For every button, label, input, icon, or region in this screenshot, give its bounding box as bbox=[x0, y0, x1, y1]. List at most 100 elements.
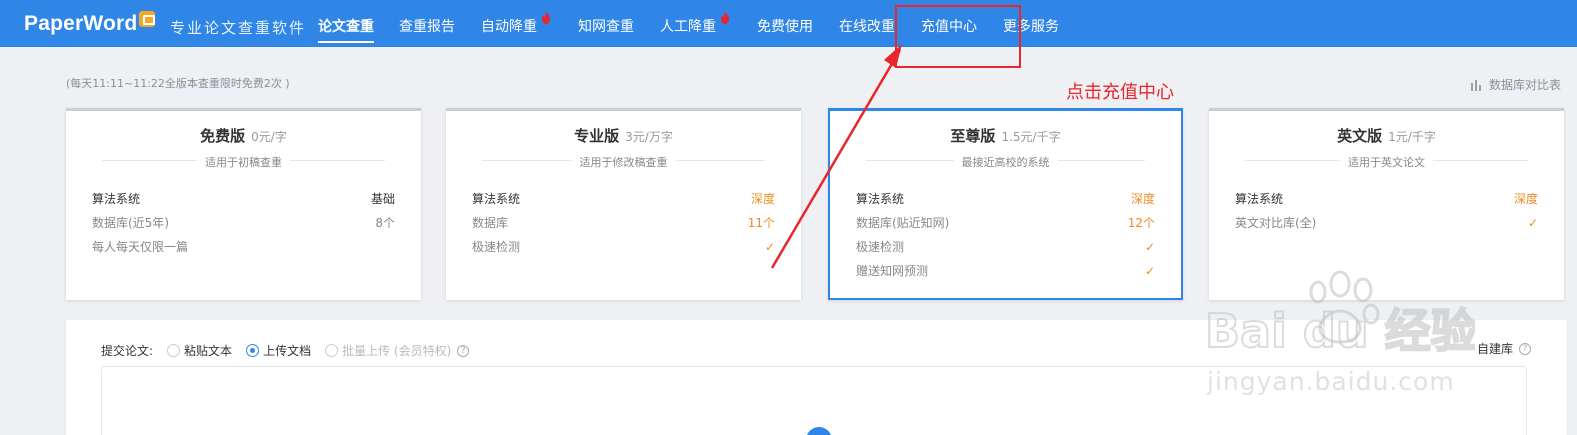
nav-item-label: 在线改重 bbox=[839, 19, 895, 35]
logo-text: PaperWord bbox=[24, 12, 138, 35]
plan-name: 英文版 bbox=[1337, 127, 1383, 145]
active-tab-underline bbox=[318, 41, 374, 43]
feature-value: 深度 bbox=[1513, 192, 1538, 206]
radio-label: 批量上传 (会员特权) bbox=[342, 344, 452, 358]
compare-link-label: 数据库对比表 bbox=[1488, 78, 1561, 92]
feature-value: 基础 bbox=[370, 192, 395, 206]
plan-subtitle: 适用于初稿查重 bbox=[102, 151, 385, 169]
plan-subtitle-text: 适用于初稿查重 bbox=[197, 156, 290, 169]
own-library-label: 自建库 bbox=[1476, 342, 1513, 356]
plan-features: 算法系统 深度 英文对比库(全) ✓ bbox=[1235, 187, 1538, 235]
hot-fire-icon bbox=[542, 11, 550, 24]
feature-row: 赠送知网预测 ✓ bbox=[856, 259, 1155, 283]
help-icon[interactable]: ? bbox=[457, 344, 470, 357]
feature-row: 算法系统 基础 bbox=[92, 187, 395, 211]
feature-row: 数据库(近5年) 8个 bbox=[92, 211, 395, 235]
nav-item-cnki-check[interactable]: 知网查重 bbox=[578, 16, 634, 36]
nav-item-label: 论文查重 bbox=[318, 19, 374, 35]
plan-price: 1.5元/千字 bbox=[1001, 130, 1061, 144]
plan-header: 至尊版 1.5元/千字 bbox=[830, 125, 1181, 145]
plan-header: 专业版 3元/万字 bbox=[446, 125, 801, 145]
feature-value: 11个 bbox=[747, 216, 775, 230]
own-library-toggle[interactable]: 自建库 ? bbox=[1477, 340, 1531, 357]
plan-features: 算法系统 深度 数据库 11个 极速检测 ✓ bbox=[472, 187, 775, 259]
check-icon: ✓ bbox=[1144, 240, 1155, 254]
plan-subtitle: 最接近高校的系统 bbox=[866, 151, 1145, 169]
plan-subtitle-text: 适用于英文论文 bbox=[1340, 156, 1433, 169]
plan-card-pro[interactable]: 专业版 3元/万字 适用于修改稿查重 算法系统 深度 数据库 11个 极速检测 ✓ bbox=[446, 108, 801, 300]
radio-checked-icon bbox=[246, 344, 260, 357]
plan-features: 算法系统 基础 数据库(近5年) 8个 每人每天仅限一篇 bbox=[92, 187, 395, 259]
radio-icon bbox=[325, 344, 339, 357]
feature-label: 算法系统 bbox=[472, 192, 521, 206]
feature-label: 极速检测 bbox=[472, 240, 521, 254]
radio-batch-upload[interactable]: 批量上传 (会员特权) bbox=[325, 342, 451, 359]
plan-subtitle-text: 最接近高校的系统 bbox=[953, 156, 1058, 169]
feature-row: 算法系统 深度 bbox=[856, 187, 1155, 211]
plan-subtitle: 适用于修改稿查重 bbox=[482, 151, 765, 169]
nav-item-label: 自动降重 bbox=[481, 19, 537, 35]
plan-header: 英文版 1元/千字 bbox=[1209, 125, 1564, 145]
plan-card-free[interactable]: 免费版 0元/字 适用于初稿查重 算法系统 基础 数据库(近5年) 8个 每人每天仅限… bbox=[66, 108, 421, 300]
radio-icon bbox=[167, 344, 181, 357]
promo-hint: (每天11:11~11:22全版本查重限时免费2次 ) bbox=[66, 77, 290, 90]
annotation-text: 点击充值中心 bbox=[1066, 82, 1174, 103]
feature-row: 数据库 11个 bbox=[472, 211, 775, 235]
nav-item-label: 查重报告 bbox=[399, 19, 455, 35]
brand-logo[interactable]: PaperWord bbox=[24, 10, 156, 38]
feature-label: 数据库(贴近知网) bbox=[856, 216, 950, 230]
feature-label: 算法系统 bbox=[92, 192, 141, 206]
check-icon: ✓ bbox=[1144, 264, 1155, 278]
nav-item-report[interactable]: 查重报告 bbox=[399, 16, 455, 36]
feature-label: 极速检测 bbox=[856, 240, 905, 254]
feature-value: 8个 bbox=[375, 216, 395, 230]
check-icon: ✓ bbox=[764, 240, 775, 254]
plan-subtitle-text: 适用于修改稿查重 bbox=[571, 156, 676, 169]
plan-name: 专业版 bbox=[574, 127, 620, 145]
radio-upload-doc[interactable]: 上传文档 bbox=[246, 342, 311, 359]
feature-row: 数据库(贴近知网) 12个 bbox=[856, 211, 1155, 235]
help-icon[interactable]: ? bbox=[1519, 342, 1531, 355]
plan-name: 免费版 bbox=[200, 127, 246, 145]
nav-item-online-edit[interactable]: 在线改重 bbox=[839, 16, 895, 36]
nav-item-auto-rewrite[interactable]: 自动降重 bbox=[481, 11, 550, 36]
feature-label: 赠送知网预测 bbox=[856, 264, 929, 278]
feature-label: 数据库(近5年) bbox=[92, 216, 169, 230]
plan-price: 3元/万字 bbox=[625, 130, 673, 144]
nav-item-label: 知网查重 bbox=[578, 19, 634, 35]
radio-paste-text[interactable]: 粘贴文本 bbox=[167, 342, 232, 359]
watermark-url: jingyan.baidu.com bbox=[1207, 367, 1455, 396]
submit-label: 提交论文: bbox=[101, 344, 154, 358]
nav-item-free-use[interactable]: 免费使用 bbox=[757, 16, 813, 36]
nav-item-paper-check[interactable]: 论文查重 bbox=[318, 16, 374, 43]
radio-label: 上传文档 bbox=[263, 344, 312, 358]
nav-item-label: 人工降重 bbox=[660, 19, 716, 35]
radio-label: 粘贴文本 bbox=[184, 344, 233, 358]
plan-price: 0元/字 bbox=[251, 130, 287, 144]
plan-subtitle: 适用于英文论文 bbox=[1245, 151, 1528, 169]
plan-features: 算法系统 深度 数据库(贴近知网) 12个 极速检测 ✓ 赠送知网预测 ✓ bbox=[856, 187, 1155, 283]
plan-card-english[interactable]: 英文版 1元/千字 适用于英文论文 算法系统 深度 英文对比库(全) ✓ bbox=[1209, 108, 1564, 300]
feature-label: 每人每天仅限一篇 bbox=[92, 240, 189, 254]
feature-row: 算法系统 深度 bbox=[472, 187, 775, 211]
plan-price: 1元/千字 bbox=[1388, 130, 1436, 144]
plan-header: 免费版 0元/字 bbox=[66, 125, 421, 145]
feature-label: 数据库 bbox=[472, 216, 509, 230]
database-compare-link[interactable]: 数据库对比表 bbox=[1470, 76, 1561, 93]
brand-slogan: 专业论文查重软件 bbox=[170, 19, 307, 37]
feature-row: 每人每天仅限一篇 bbox=[92, 235, 395, 259]
check-icon: ✓ bbox=[1527, 216, 1538, 230]
nav-item-label: 免费使用 bbox=[757, 19, 813, 35]
bar-chart-icon bbox=[1470, 79, 1481, 91]
hot-fire-icon bbox=[721, 11, 729, 24]
plan-card-premium[interactable]: 至尊版 1.5元/千字 最接近高校的系统 算法系统 深度 数据库(贴近知网) 12个 … bbox=[828, 108, 1183, 300]
annotation-highlight-box bbox=[895, 5, 1021, 68]
feature-label: 英文对比库(全) bbox=[1235, 216, 1317, 230]
submit-mode-row: 提交论文: 粘贴文本 上传文档 批量上传 (会员特权) ? bbox=[101, 342, 470, 359]
feature-row: 极速检测 ✓ bbox=[856, 235, 1155, 259]
nav-item-manual-rewrite[interactable]: 人工降重 bbox=[660, 11, 729, 36]
feature-row: 英文对比库(全) ✓ bbox=[1235, 211, 1538, 235]
feature-row: 算法系统 深度 bbox=[1235, 187, 1538, 211]
logo-badge-icon bbox=[139, 11, 156, 27]
top-nav-bar: PaperWord 专业论文查重软件 论文查重 查重报告 自动降重 知网查重 人… bbox=[0, 0, 1577, 47]
